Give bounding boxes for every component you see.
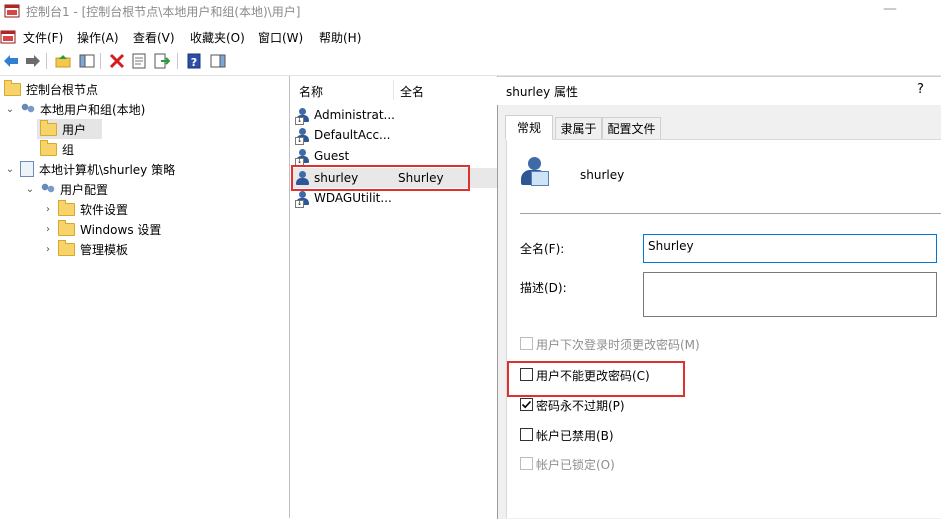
- tree-item-user-config[interactable]: ⌄ 用户配置: [24, 179, 108, 199]
- chevron-down-icon[interactable]: ⌄: [4, 104, 16, 115]
- user-name: Guest: [314, 149, 350, 163]
- fullname-value: Shurley: [648, 239, 694, 253]
- toolbar-separator: [46, 53, 47, 69]
- column-divider[interactable]: [393, 80, 394, 100]
- account-locked-label: 帐户已锁定(O): [536, 458, 615, 472]
- must-change-password-checkbox[interactable]: [520, 337, 533, 350]
- user-account-icon: ↓: [295, 148, 311, 166]
- description-label: 描述(D):: [520, 281, 567, 295]
- tab-member-of[interactable]: 隶属于: [555, 117, 602, 139]
- tree-item-console-root[interactable]: 控制台根节点: [4, 79, 98, 99]
- menu-help[interactable]: 帮助(H): [319, 29, 361, 46]
- menu-favorites[interactable]: 收藏夹(O): [190, 29, 245, 46]
- menu-window[interactable]: 窗口(W): [258, 29, 303, 46]
- user-account-icon: ↓: [295, 190, 311, 208]
- menu-action[interactable]: 操作(A): [77, 29, 119, 46]
- column-header-name[interactable]: 名称: [299, 79, 323, 103]
- minimize-button[interactable]: —: [883, 1, 897, 17]
- up-folder-icon[interactable]: [54, 52, 72, 70]
- folder-icon: [58, 239, 75, 256]
- folder-icon: [40, 119, 57, 136]
- window-titlebar: 控制台1 - [控制台根节点\本地用户和组(本地)\用户] —: [0, 0, 941, 24]
- tree-item-label: 用户: [62, 122, 87, 137]
- help-icon[interactable]: ?: [185, 52, 203, 70]
- password-never-expires-checkbox[interactable]: [520, 398, 533, 411]
- delete-icon[interactable]: [108, 52, 126, 70]
- users-groups-icon: [20, 102, 35, 116]
- chevron-down-icon[interactable]: ⌄: [4, 164, 16, 175]
- tree-item-groups[interactable]: 组: [40, 139, 74, 159]
- export-list-icon[interactable]: [153, 52, 171, 70]
- dialog-title: shurley 属性: [506, 85, 579, 99]
- tab-profile[interactable]: 配置文件: [602, 117, 661, 139]
- properties-icon[interactable]: [130, 52, 148, 70]
- tree-item-label: 本地计算机\shurley 策略: [39, 162, 176, 177]
- svg-text:?: ?: [191, 56, 197, 69]
- tree-item-label: Windows 设置: [80, 222, 162, 237]
- tree-item-local-users-groups[interactable]: ⌄ 本地用户和组(本地): [4, 99, 145, 119]
- user-name: WDAGUtilit...: [314, 191, 392, 205]
- chevron-right-icon[interactable]: ›: [42, 224, 54, 235]
- dialog-username: shurley: [580, 168, 625, 182]
- toolbar-separator: [100, 53, 101, 69]
- tree-item-windows-settings[interactable]: › Windows 设置: [42, 219, 161, 239]
- annotation-highlight-box: [291, 165, 470, 191]
- annotation-highlight-box: [507, 361, 685, 397]
- show-hide-action-pane-icon[interactable]: [209, 52, 227, 70]
- tree-item-admin-templates[interactable]: › 管理模板: [42, 239, 128, 259]
- tab-general[interactable]: 常规: [505, 115, 553, 140]
- password-never-expires-label: 密码永不过期(P): [536, 399, 625, 413]
- tree-item-label: 本地用户和组(本地): [40, 102, 146, 117]
- folder-icon: [40, 139, 57, 156]
- chevron-right-icon[interactable]: ›: [42, 244, 54, 255]
- user-account-icon: [520, 157, 550, 187]
- tree-item-label: 管理模板: [80, 242, 129, 257]
- list-item[interactable]: ↓ DefaultAcc...: [295, 125, 390, 145]
- separator-line: [520, 213, 941, 214]
- back-arrow-icon[interactable]: [2, 52, 20, 70]
- tree-item-local-policy[interactable]: ⌄ 本地计算机\shurley 策略: [4, 159, 175, 179]
- user-name: Administrat...: [314, 108, 395, 122]
- window-title: 控制台1 - [控制台根节点\本地用户和组(本地)\用户]: [26, 5, 301, 19]
- tree-item-label: 软件设置: [80, 202, 129, 217]
- folder-icon: [58, 219, 75, 236]
- fullname-field[interactable]: Shurley: [643, 234, 937, 263]
- menu-view[interactable]: 查看(V): [133, 29, 175, 46]
- folder-icon: [58, 199, 75, 216]
- list-item[interactable]: ↓ Administrat...: [295, 105, 395, 125]
- help-button[interactable]: ?: [917, 82, 924, 97]
- chevron-down-icon[interactable]: ⌄: [24, 184, 36, 195]
- tree-item-users[interactable]: 用户: [37, 119, 103, 139]
- tree-item-label: 组: [62, 142, 75, 157]
- must-change-password-label: 用户下次登录时须更改密码(M): [536, 338, 700, 352]
- list-item[interactable]: ↓ Guest: [295, 146, 349, 166]
- toolbar-separator: [177, 53, 178, 69]
- user-name: DefaultAcc...: [314, 128, 391, 142]
- list-item[interactable]: ↓ WDAGUtilit...: [295, 188, 392, 208]
- account-disabled-label: 帐户已禁用(B): [536, 429, 614, 443]
- fullname-label: 全名(F):: [520, 242, 565, 256]
- column-header-fullname[interactable]: 全名: [400, 79, 424, 103]
- account-locked-checkbox[interactable]: [520, 457, 533, 470]
- account-disabled-checkbox[interactable]: [520, 428, 533, 441]
- forward-arrow-icon[interactable]: [24, 52, 42, 70]
- user-account-icon: ↓: [295, 127, 311, 145]
- mmc-console-icon: [4, 4, 20, 18]
- tree-item-software-settings[interactable]: › 软件设置: [42, 199, 128, 219]
- chevron-right-icon[interactable]: ›: [42, 204, 54, 215]
- console-menu-icon[interactable]: [0, 29, 16, 45]
- folder-icon: [4, 79, 21, 96]
- show-hide-tree-icon[interactable]: [78, 52, 96, 70]
- menu-file[interactable]: 文件(F): [23, 29, 63, 46]
- policy-document-icon: [20, 161, 34, 177]
- tree-item-label: 控制台根节点: [26, 82, 99, 97]
- tree-item-label: 用户配置: [60, 182, 109, 197]
- description-field[interactable]: [643, 272, 937, 317]
- user-account-icon: ↓: [295, 107, 311, 125]
- user-config-icon: [40, 182, 55, 196]
- checkmark-icon: [521, 400, 532, 409]
